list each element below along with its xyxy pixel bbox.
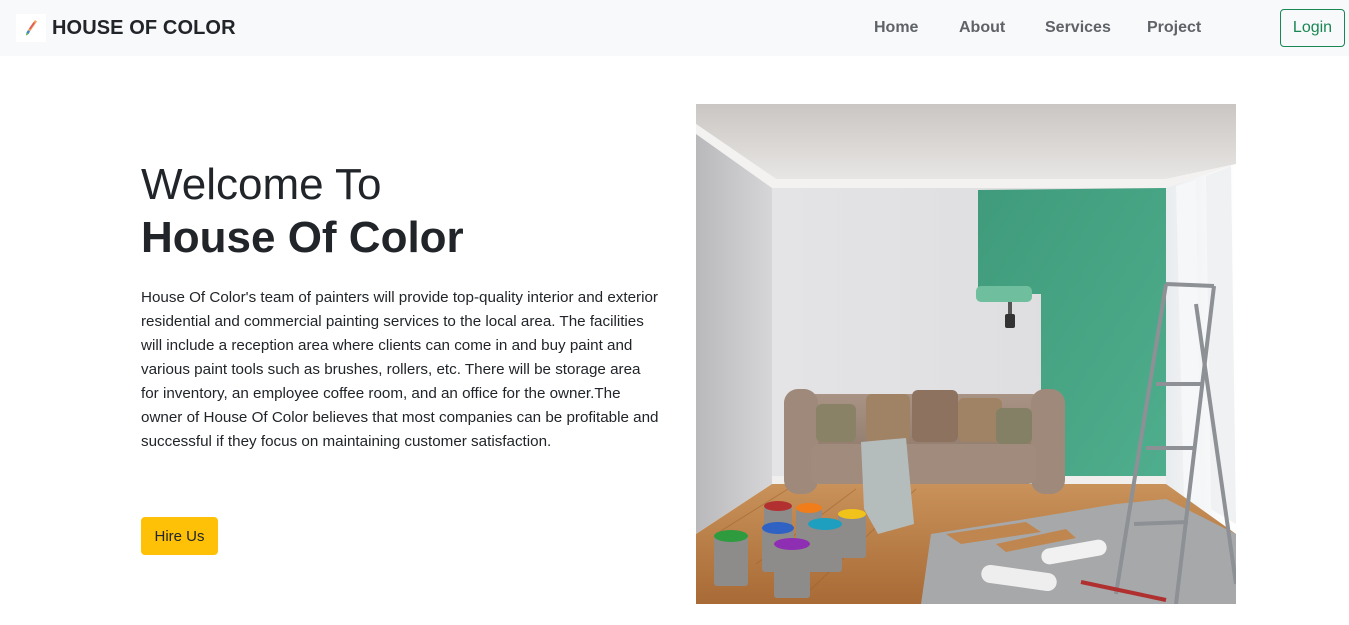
navbar: HOUSE OF COLOR Home About Services Proje… <box>0 0 1349 56</box>
brand-link[interactable]: HOUSE OF COLOR <box>16 14 236 42</box>
brand-name: HOUSE OF COLOR <box>52 16 236 39</box>
login-button[interactable]: Login <box>1280 9 1345 47</box>
hero-title-line2: House Of Color <box>141 213 464 262</box>
nav-about[interactable]: About <box>959 18 1005 38</box>
hero-title-line1: Welcome To <box>141 160 382 209</box>
nav-home[interactable]: Home <box>874 18 918 38</box>
paint-brush-logo-icon <box>16 14 46 42</box>
nav-services[interactable]: Services <box>1045 18 1111 38</box>
hero-description: House Of Color's team of painters will p… <box>141 289 659 450</box>
nav-project[interactable]: Project <box>1147 18 1201 38</box>
room-painting-illustration <box>696 104 1236 604</box>
hire-us-button[interactable]: Hire Us <box>141 517 218 555</box>
